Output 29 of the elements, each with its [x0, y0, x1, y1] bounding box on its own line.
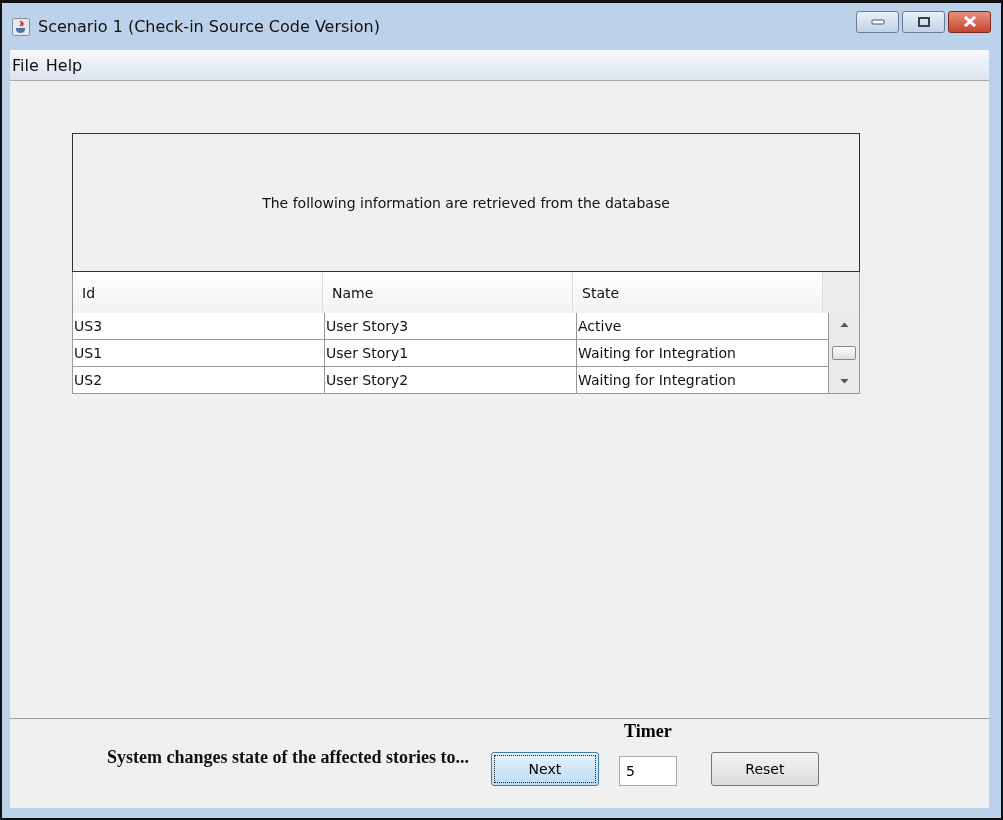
table-cell: User Story2	[325, 367, 577, 393]
menu-item[interactable]: File	[12, 55, 39, 75]
timer-label: Timer	[624, 721, 672, 742]
minimize-button[interactable]	[856, 10, 899, 33]
info-text: The following information are retrieved from the database	[262, 194, 670, 211]
column-header[interactable]: State	[573, 272, 823, 313]
scrollbar-thumb[interactable]	[832, 346, 856, 360]
column-header[interactable]: Id	[73, 272, 323, 313]
window-title: Scenario 1 (Check-in Source Code Version)	[38, 17, 380, 36]
scroll-up-icon	[839, 322, 849, 328]
maximize-icon	[917, 16, 930, 27]
timer-field[interactable]: 5	[618, 756, 677, 786]
reset-button[interactable]: Reset	[710, 752, 819, 786]
column-header[interactable]: Name	[323, 272, 573, 313]
table-cell: US3	[73, 313, 325, 339]
table-cell: User Story1	[325, 340, 577, 366]
status-text: System changes state of the affected stories to...	[107, 747, 469, 768]
table-cell: US2	[73, 367, 325, 393]
menu-item[interactable]: Help	[45, 55, 83, 75]
coffee-cup-icon	[12, 17, 30, 36]
next-button[interactable]: Next	[490, 752, 599, 786]
minimize-icon	[870, 18, 885, 25]
table-cell: US1	[73, 340, 325, 366]
scrollbar[interactable]	[829, 313, 859, 393]
table-cell: User Story3	[325, 313, 577, 339]
scroll-down-icon	[839, 378, 849, 384]
close-button[interactable]	[948, 10, 991, 33]
close-icon	[962, 16, 977, 27]
maximize-button[interactable]	[902, 10, 945, 33]
